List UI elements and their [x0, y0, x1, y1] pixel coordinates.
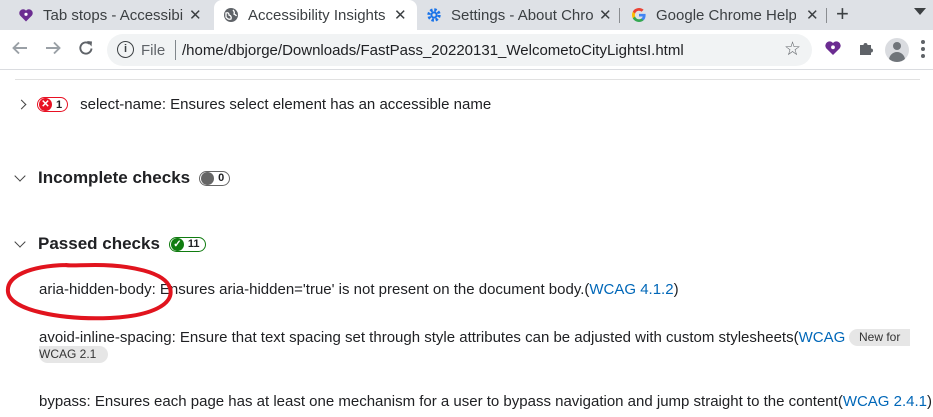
chevron-down-icon[interactable] [14, 169, 26, 182]
tab-accessibility-insights[interactable]: Accessibility Insights ✕ [214, 0, 417, 30]
tab-title: Tab stops - Accessibi [43, 6, 184, 24]
rule-description: : Ensure that text spacing set through s… [171, 329, 799, 346]
accessibility-insights-extension-icon[interactable] [824, 39, 842, 62]
rule-name: avoid-inline-spacing [39, 329, 172, 346]
rule-description: : Ensures select element has an accessib… [161, 96, 492, 113]
tab-settings[interactable]: Settings - About Chro ✕ [426, 0, 616, 30]
browser-toolbar: i File /home/dbjorge/Downloads/FastPass_… [0, 30, 933, 70]
passed-rule-item: avoid-inline-spacing: Ensure that text s… [39, 328, 896, 347]
extensions-puzzle-icon[interactable] [857, 39, 875, 62]
google-g-icon [631, 7, 647, 23]
accessibility-insights-icon [18, 7, 34, 23]
tab-title: Accessibility Insights [248, 6, 386, 24]
rule-name: select-name [80, 96, 162, 113]
tab-search-dropdown-icon[interactable] [914, 8, 926, 15]
tab-chrome-help[interactable]: Google Chrome Help ✕ [631, 0, 826, 30]
close-tab-icon[interactable]: ✕ [394, 6, 407, 24]
divider [15, 79, 920, 80]
new-tab-button[interactable]: + [836, 2, 849, 26]
failed-rule-row[interactable]: ✕ 1 select-name: Ensures select element … [16, 96, 492, 113]
chevron-down-icon[interactable] [14, 235, 26, 248]
new-for-wcag-badge: New for [849, 329, 911, 346]
reload-icon[interactable] [77, 39, 95, 61]
page-content: ✕ 1 select-name: Ensures select element … [0, 71, 933, 417]
back-arrow-icon[interactable] [11, 39, 29, 61]
tab-tab-stops[interactable]: Tab stops - Accessibi ✕ [18, 0, 214, 30]
incomplete-count-badge: 0 [199, 170, 231, 186]
new-for-wcag-badge-continued: WCAG 2.1 [39, 346, 109, 363]
section-title: Passed checks [38, 234, 160, 253]
passed-checks-heading[interactable]: Passed checks ✓ 11 [14, 234, 218, 254]
wcag-link[interactable]: WCAG 4.1.2 [589, 281, 673, 298]
close-tab-icon[interactable]: ✕ [806, 6, 819, 24]
close-tab-icon[interactable]: ✕ [189, 6, 202, 24]
incomplete-count: 0 [218, 172, 225, 184]
rule-name: aria-hidden-body [39, 281, 152, 298]
globe-icon [223, 7, 239, 23]
incomplete-icon [201, 171, 215, 185]
passed-count: 11 [187, 238, 200, 250]
closing-paren: ) [673, 281, 679, 298]
passed-rule-item: bypass: Ensures each page has at least o… [39, 392, 932, 411]
omnibox-divider [175, 40, 176, 60]
omnibox-file-label: File [141, 42, 166, 59]
section-title: Incomplete checks [38, 168, 191, 187]
more-menu-icon[interactable] [921, 40, 925, 61]
url-text[interactable]: /home/dbjorge/Downloads/FastPass_2022013… [182, 42, 684, 59]
tab-separator [826, 8, 827, 23]
wcag-link[interactable]: WCAG 2.4.1 [843, 393, 927, 410]
close-tab-icon[interactable]: ✕ [599, 6, 612, 24]
address-bar[interactable]: i File /home/dbjorge/Downloads/FastPass_… [107, 34, 812, 66]
rule-description: : Ensures aria-hidden='true' is not pres… [151, 281, 590, 298]
chevron-right-icon[interactable] [16, 99, 27, 110]
site-info-icon[interactable]: i [117, 41, 134, 58]
failure-count: 1 [56, 98, 63, 111]
passed-count-badge: ✓ 11 [168, 236, 206, 252]
rule-name: bypass [39, 393, 87, 410]
tab-title: Google Chrome Help [656, 6, 796, 24]
settings-gear-icon [426, 7, 442, 23]
closing-paren: ) [927, 393, 933, 410]
check-icon: ✓ [170, 237, 184, 251]
cross-icon: ✕ [39, 98, 52, 111]
passed-rule-item: aria-hidden-body: Ensures aria-hidden='t… [39, 280, 679, 299]
tab-separator [619, 8, 620, 23]
bookmark-star-icon[interactable]: ☆ [784, 38, 801, 61]
incomplete-checks-heading[interactable]: Incomplete checks 0 [14, 168, 242, 188]
tab-title: Settings - About Chro [451, 6, 593, 24]
rule-description: : Ensures each page has at least one mec… [86, 393, 843, 410]
failure-count-badge: ✕ 1 [37, 97, 69, 112]
profile-avatar[interactable] [885, 38, 909, 62]
forward-arrow-icon[interactable] [44, 39, 62, 61]
tab-strip: Tab stops - Accessibi ✕ Accessibility In… [0, 0, 933, 30]
